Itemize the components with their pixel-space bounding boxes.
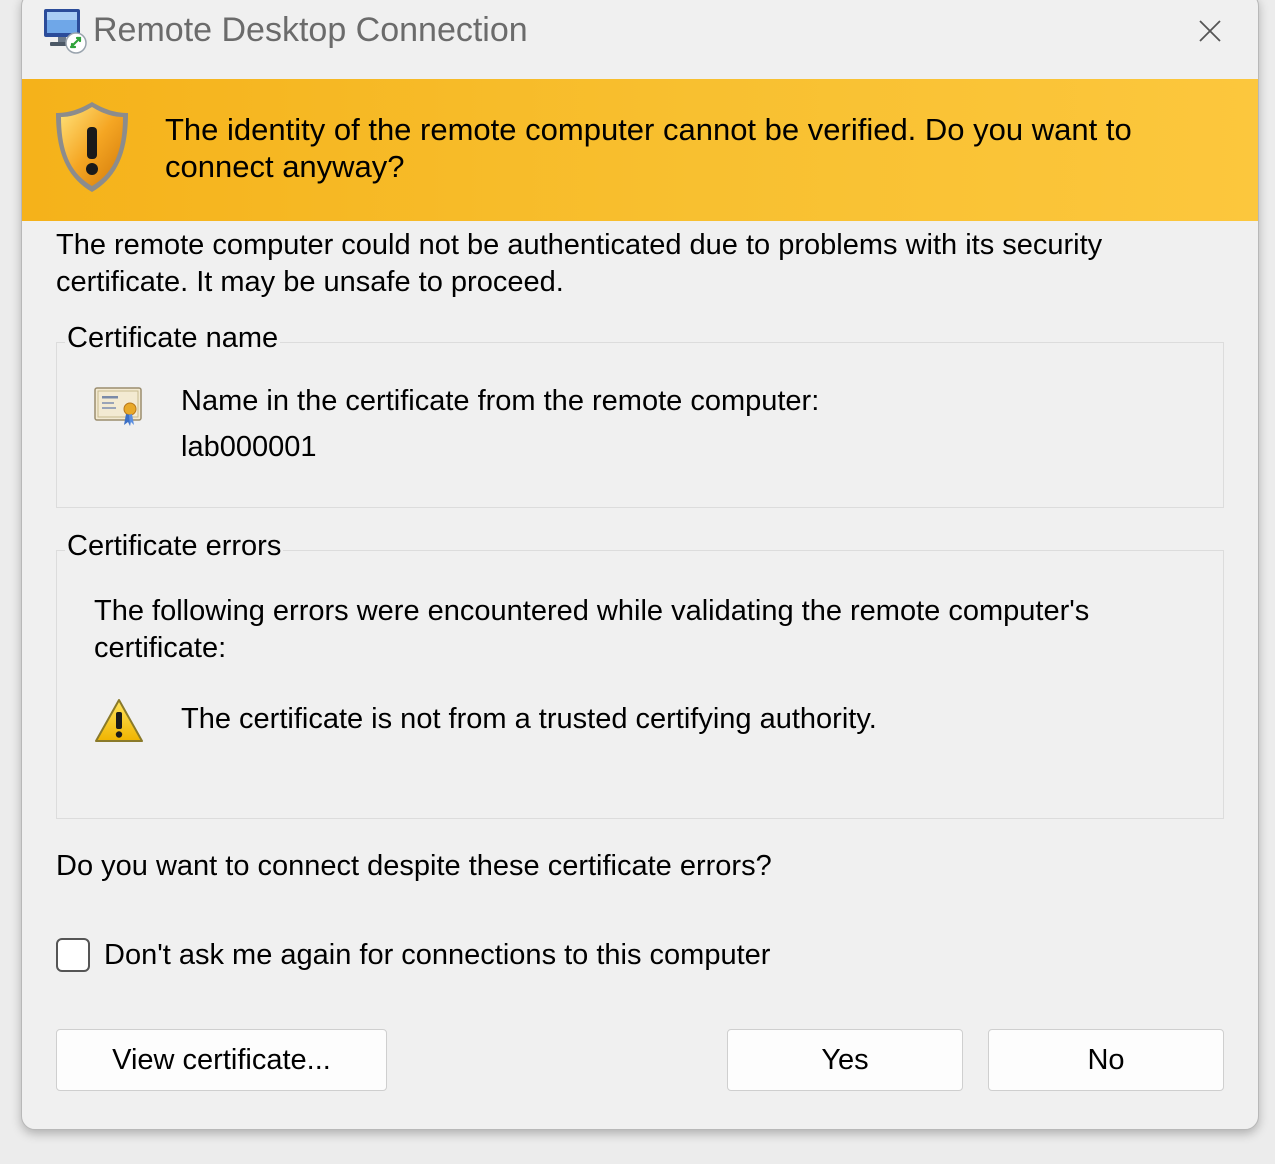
warning-shield-icon: [56, 102, 128, 192]
dont-ask-again-label[interactable]: Don't ask me again for connections to th…: [104, 937, 770, 974]
rdc-dialog-window: Remote Desktop Connection The identity o…: [21, 0, 1259, 1130]
title-bar: Remote Desktop Connection: [22, 1, 1258, 79]
yes-button[interactable]: Yes: [727, 1029, 963, 1091]
certificate-name-value: lab000001: [181, 431, 317, 463]
certificate-name-label: Name in the certificate from the remote …: [181, 385, 820, 417]
no-button[interactable]: No: [988, 1029, 1224, 1091]
dont-ask-again-checkbox-row[interactable]: Don't ask me again for connections to th…: [56, 935, 770, 975]
close-button[interactable]: [1190, 11, 1230, 51]
certificate-errors-intro: The following errors were encountered wh…: [94, 595, 1090, 664]
certificate-name-legend: Certificate name: [65, 321, 281, 355]
view-certificate-button[interactable]: View certificate...: [56, 1029, 387, 1091]
certificate-errors-legend: Certificate errors: [65, 529, 284, 563]
certificate-errors-group: Certificate errors The following errors …: [56, 529, 1224, 819]
remote-desktop-icon: [44, 9, 87, 54]
close-icon: [1199, 20, 1221, 42]
certificate-error-item: The certificate is not from a trusted ce…: [181, 703, 877, 735]
banner-message: The identity of the remote computer cann…: [165, 112, 1132, 184]
warning-banner: The identity of the remote computer cann…: [22, 79, 1258, 221]
dont-ask-again-checkbox[interactable]: [56, 938, 90, 972]
certificate-name-group: Certificate name Name in the certificate…: [56, 321, 1224, 508]
warning-icon: [95, 699, 143, 742]
connect-question: Do you want to connect despite these cer…: [56, 850, 772, 882]
intro-text: The remote computer could not be authent…: [56, 229, 1103, 298]
certificate-icon: [94, 387, 142, 426]
window-title: Remote Desktop Connection: [93, 11, 528, 49]
